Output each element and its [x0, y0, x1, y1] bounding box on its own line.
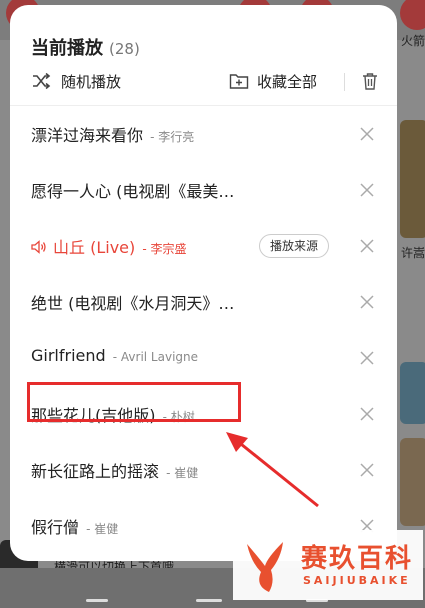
- trash-icon[interactable]: [360, 71, 380, 91]
- collect-all-label: 收藏全部: [257, 72, 318, 91]
- whale-tail-logo-icon: [247, 542, 283, 592]
- remove-song-icon[interactable]: [357, 348, 377, 368]
- background-thumbnail: [400, 362, 425, 424]
- collect-all-button[interactable]: 收藏全部: [229, 63, 317, 99]
- speaker-icon: [31, 240, 46, 254]
- remove-song-icon[interactable]: [357, 180, 377, 200]
- song-artist: - Avril Lavigne: [112, 350, 199, 364]
- song-title: Girlfriend: [31, 346, 106, 365]
- song-row[interactable]: 新长征路上的摇滚 - 崔健: [10, 442, 397, 498]
- background-thumbnail: [400, 120, 425, 238]
- song-title: 愿得一人心 (电视剧《最美…: [31, 182, 235, 201]
- watermark-en-text: SAIJIUBAIKE: [303, 574, 411, 587]
- nav-home-key[interactable]: [196, 599, 222, 602]
- remove-song-icon[interactable]: [357, 460, 377, 480]
- background-thumbnail: [400, 438, 425, 526]
- song-row[interactable]: 漂洋过海来看你 - 李行亮: [10, 106, 397, 162]
- playlist-toolbar: 随机播放 收藏全部: [10, 63, 397, 99]
- song-row-playing[interactable]: 山丘 (Live) - 李宗盛 播放来源: [10, 218, 397, 274]
- song-title: 绝世 (电视剧《水月洞天》…: [31, 294, 235, 313]
- background-label: 火箭: [401, 34, 425, 48]
- nav-menu-key[interactable]: [86, 599, 108, 602]
- song-artist: - 李行亮: [150, 130, 195, 144]
- song-artist: - 崔健: [86, 522, 119, 536]
- panel-title-text: 当前播放: [31, 38, 103, 59]
- watermark-cn-text: 赛玖百科: [301, 544, 414, 574]
- remove-song-icon[interactable]: [357, 236, 377, 256]
- shuffle-icon: [33, 72, 51, 90]
- remove-song-icon[interactable]: [357, 124, 377, 144]
- watermark: 赛玖百科 SAIJIUBAIKE: [233, 530, 423, 600]
- song-title: 山丘 (Live): [53, 238, 136, 257]
- remove-song-icon[interactable]: [357, 404, 377, 424]
- song-row[interactable]: 绝世 (电视剧《水月洞天》…: [10, 274, 397, 330]
- current-playlist-panel: 当前播放 (28) 随机播放 收藏全部 漂洋过海来看你 - 李行亮 愿得一人心 …: [10, 5, 397, 561]
- add-folder-icon: [229, 74, 249, 89]
- shuffle-mode-button[interactable]: 随机播放: [31, 63, 121, 99]
- song-row[interactable]: 愿得一人心 (电视剧《最美…: [10, 162, 397, 218]
- song-row[interactable]: Girlfriend - Avril Lavigne: [10, 330, 397, 386]
- panel-title: 当前播放 (28): [31, 34, 140, 60]
- background-label: 许嵩: [401, 246, 425, 260]
- play-source-button[interactable]: 播放来源: [259, 234, 330, 258]
- song-count: (28): [109, 40, 140, 58]
- song-title: 假行僧: [31, 518, 80, 537]
- shuffle-label: 随机播放: [61, 72, 122, 91]
- song-artist: - 李宗盛: [142, 242, 187, 256]
- toolbar-divider: [344, 73, 345, 91]
- song-title: 新长征路上的摇滚: [31, 462, 160, 481]
- song-title: 漂洋过海来看你: [31, 126, 144, 145]
- remove-song-icon[interactable]: [357, 292, 377, 312]
- song-artist: - 崔健: [166, 466, 199, 480]
- annotation-highlight-box: [27, 382, 241, 422]
